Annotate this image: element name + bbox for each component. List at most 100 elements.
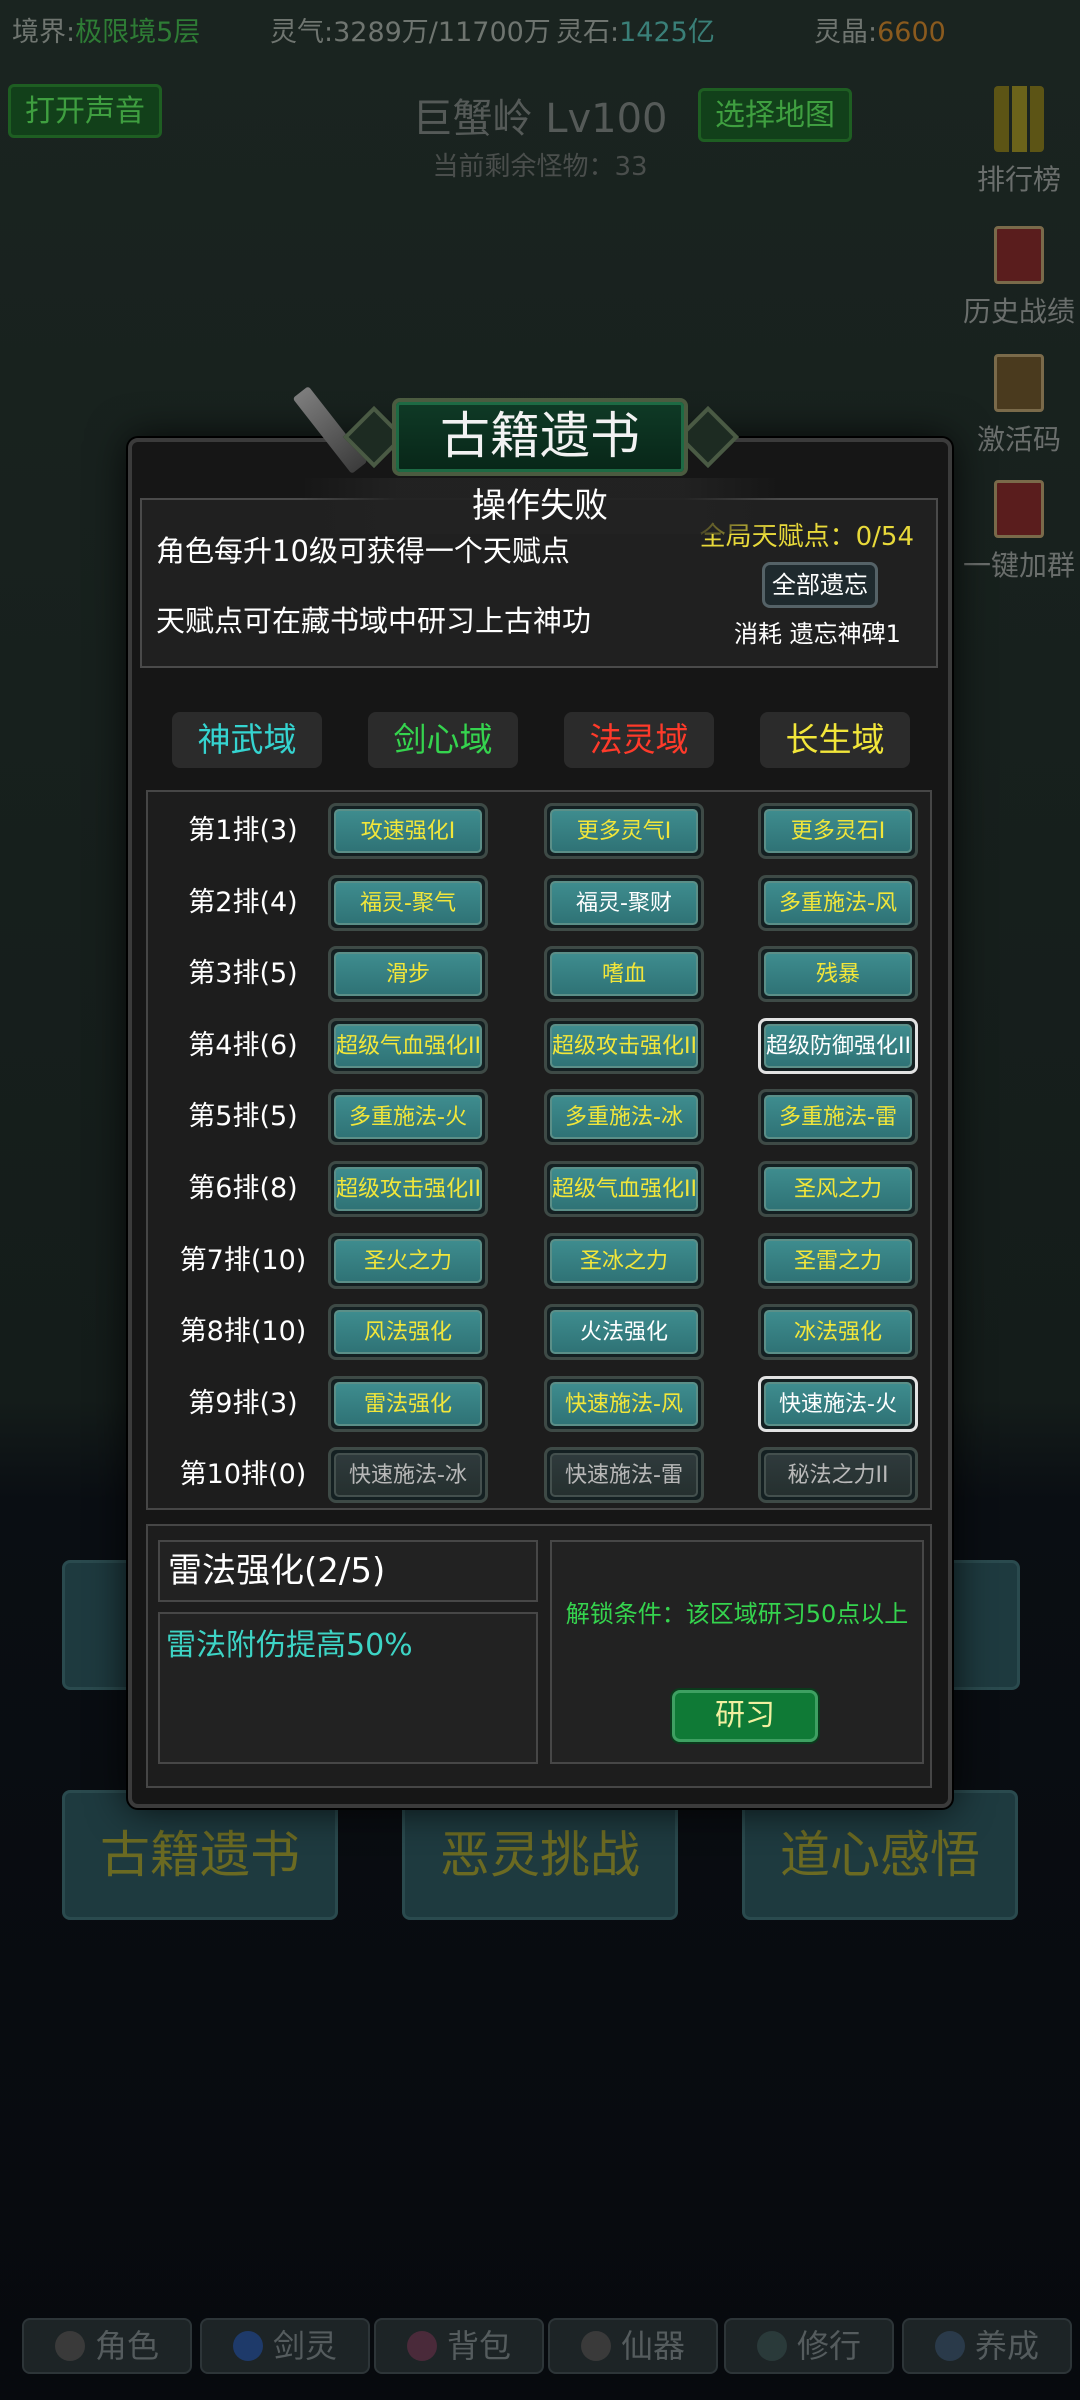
skill-button[interactable]: 福灵-聚气: [328, 874, 488, 931]
skill-button[interactable]: 攻速强化I: [328, 803, 488, 859]
skill-button[interactable]: 多重施法-风: [758, 874, 918, 931]
skill-label: 快速施法-雷: [550, 1453, 698, 1498]
skill-button[interactable]: 冰法强化: [758, 1304, 918, 1361]
tab-shenwu-domain[interactable]: 神武域: [172, 712, 322, 768]
stone-status: 灵石:1425亿: [556, 17, 715, 48]
skill-button[interactable]: 雷法强化: [328, 1375, 488, 1432]
activation-code-button[interactable]: 激活码: [944, 354, 1080, 458]
skill-label: 超级防御强化II: [764, 1023, 912, 1068]
select-map-button[interactable]: 选择地图: [698, 88, 852, 142]
skill-button[interactable]: 超级攻击强化III: [328, 1161, 488, 1217]
nav-nurture[interactable]: 养成: [902, 2318, 1072, 2374]
bottom-navigation: 角色 剑灵 背包 仙器 修行 养成: [0, 2318, 1080, 2378]
skill-label: 快速施法-冰: [334, 1453, 482, 1498]
ancient-books-button[interactable]: 古籍遗书: [62, 1790, 338, 1920]
skill-button[interactable]: 秘法之力II: [758, 1447, 918, 1504]
evil-spirit-challenge-button[interactable]: 恶灵挑战: [402, 1790, 678, 1920]
skill-button[interactable]: 快速施法-冰: [328, 1447, 488, 1504]
book-icon: [994, 226, 1044, 284]
row-label: 第8排(10): [179, 1316, 307, 1348]
skill-button[interactable]: 圣冰之力: [544, 1232, 704, 1289]
tab-label: 法灵域: [589, 720, 689, 759]
map-name: 巨蟹岭 Lv100: [412, 96, 668, 142]
dao-insight-button[interactable]: 道心感悟: [742, 1790, 1018, 1920]
leaderboard-button[interactable]: 排行榜: [944, 86, 1080, 198]
nurture-icon: [934, 2331, 965, 2361]
operation-failed-toast: 操作失败: [300, 478, 780, 534]
skill-label: 超级气血强化III: [550, 1167, 698, 1211]
skill-label: 更多灵气I: [550, 809, 698, 853]
skill-label: 圣火之力: [334, 1238, 482, 1283]
skill-label: 风法强化: [334, 1310, 482, 1355]
row-label: 第9排(3): [188, 1387, 298, 1419]
skill-row: 第3排(5) 滑步 嗜血 残暴: [148, 941, 934, 1007]
skill-button[interactable]: 快速施法-雷: [544, 1447, 704, 1504]
nav-cultivation[interactable]: 修行: [724, 2318, 894, 2374]
skill-button[interactable]: 超级防御强化II: [758, 1017, 918, 1074]
skill-row: 第5排(5) 多重施法-火 多重施法-冰 多重施法-雷: [148, 1084, 934, 1150]
partial-background-button-right: [940, 1560, 1020, 1690]
nav-artifact[interactable]: 仙器: [548, 2318, 718, 2374]
skill-row: 第6排(8) 超级攻击强化III 超级气血强化III 圣风之力: [148, 1156, 934, 1222]
skill-button[interactable]: 多重施法-冰: [544, 1089, 704, 1146]
skill-button[interactable]: 超级气血强化II: [328, 1017, 488, 1074]
skill-row: 第10排(0) 快速施法-冰 快速施法-雷 秘法之力II: [148, 1442, 934, 1508]
skill-button[interactable]: 滑步: [328, 946, 488, 1003]
research-button[interactable]: 研习: [672, 1690, 818, 1742]
row-label: 第3排(5): [188, 958, 298, 990]
nav-character[interactable]: 角色: [22, 2318, 192, 2374]
skill-button[interactable]: 圣风之力: [758, 1161, 918, 1217]
tab-changsheng-domain[interactable]: 长生域: [760, 712, 910, 768]
skill-label: 圣冰之力: [550, 1238, 698, 1283]
info-text-study: 天赋点可在藏书域中研习上古神功: [156, 604, 592, 638]
skill-button[interactable]: 超级气血强化III: [544, 1161, 704, 1217]
row-label: 第6排(8): [188, 1173, 298, 1204]
sword-spirit-icon: [232, 2331, 263, 2361]
selected-skill-name: 雷法强化(2/5): [158, 1540, 538, 1602]
bar-chart-icon: [994, 86, 1044, 152]
crystal-status: 灵晶:6600: [814, 17, 946, 48]
tab-faling-domain[interactable]: 法灵域: [564, 712, 714, 768]
nav-sword-spirit[interactable]: 剑灵: [200, 2318, 370, 2374]
skill-label: 快速施法-火: [764, 1381, 912, 1426]
skill-row: 第7排(10) 圣火之力 圣冰之力 圣雷之力: [148, 1228, 934, 1294]
forget-all-button[interactable]: 全部遗忘: [762, 562, 878, 608]
skill-button[interactable]: 圣火之力: [328, 1232, 488, 1289]
skill-button[interactable]: 福灵-聚财: [544, 874, 704, 931]
nav-bag[interactable]: 背包: [374, 2318, 544, 2374]
skill-button[interactable]: 快速施法-火: [758, 1375, 918, 1432]
skill-grid: 第1排(3) 攻速强化I 更多灵气I 更多灵石I 第2排(4) 福灵-聚气 福灵-聚财 多重施…: [146, 790, 932, 1510]
tab-label: 剑心域: [393, 720, 493, 759]
skill-label: 超级攻击强化III: [334, 1167, 482, 1211]
tab-jianxin-domain[interactable]: 剑心域: [368, 712, 518, 768]
skill-button[interactable]: 超级攻击强化II: [544, 1017, 704, 1074]
skill-button[interactable]: 更多灵气I: [544, 803, 704, 859]
row-label: 第10排(0): [179, 1459, 307, 1491]
skill-button[interactable]: 风法强化: [328, 1304, 488, 1361]
bag-icon: [406, 2331, 437, 2361]
selected-skill-description: 雷法附伤提高50%: [158, 1612, 538, 1764]
tab-label: 长生域: [785, 720, 885, 759]
character-icon: [54, 2331, 85, 2361]
join-group-button[interactable]: 一键加群: [944, 480, 1080, 584]
skill-button[interactable]: 嗜血: [544, 946, 704, 1003]
skill-label: 雷法强化: [334, 1381, 482, 1426]
skill-label: 更多灵石I: [764, 809, 912, 853]
forget-cost: 消耗 遗忘神碑1: [734, 620, 901, 648]
skill-button[interactable]: 多重施法-火: [328, 1089, 488, 1146]
skill-label: 秘法之力II: [764, 1453, 912, 1498]
skill-button[interactable]: 更多灵石I: [758, 803, 918, 859]
row-label: 第5排(5): [188, 1101, 298, 1133]
skill-button[interactable]: 圣雷之力: [758, 1232, 918, 1289]
skill-label: 火法强化: [550, 1310, 698, 1355]
tab-label: 神武域: [197, 720, 297, 759]
top-status-bar: 境界:极限境5层 灵气:3289万/11700万 灵石:1425亿 灵晶:660…: [0, 0, 1080, 52]
skill-button[interactable]: 火法强化: [544, 1304, 704, 1361]
skill-label: 多重施法-火: [334, 1095, 482, 1140]
skill-button[interactable]: 残暴: [758, 946, 918, 1003]
history-button[interactable]: 历史战绩: [944, 226, 1080, 330]
row-label: 第2排(4): [188, 886, 298, 918]
skill-button[interactable]: 多重施法-雷: [758, 1089, 918, 1146]
skill-button[interactable]: 快速施法-风: [544, 1375, 704, 1432]
skill-label: 快速施法-风: [550, 1381, 698, 1426]
